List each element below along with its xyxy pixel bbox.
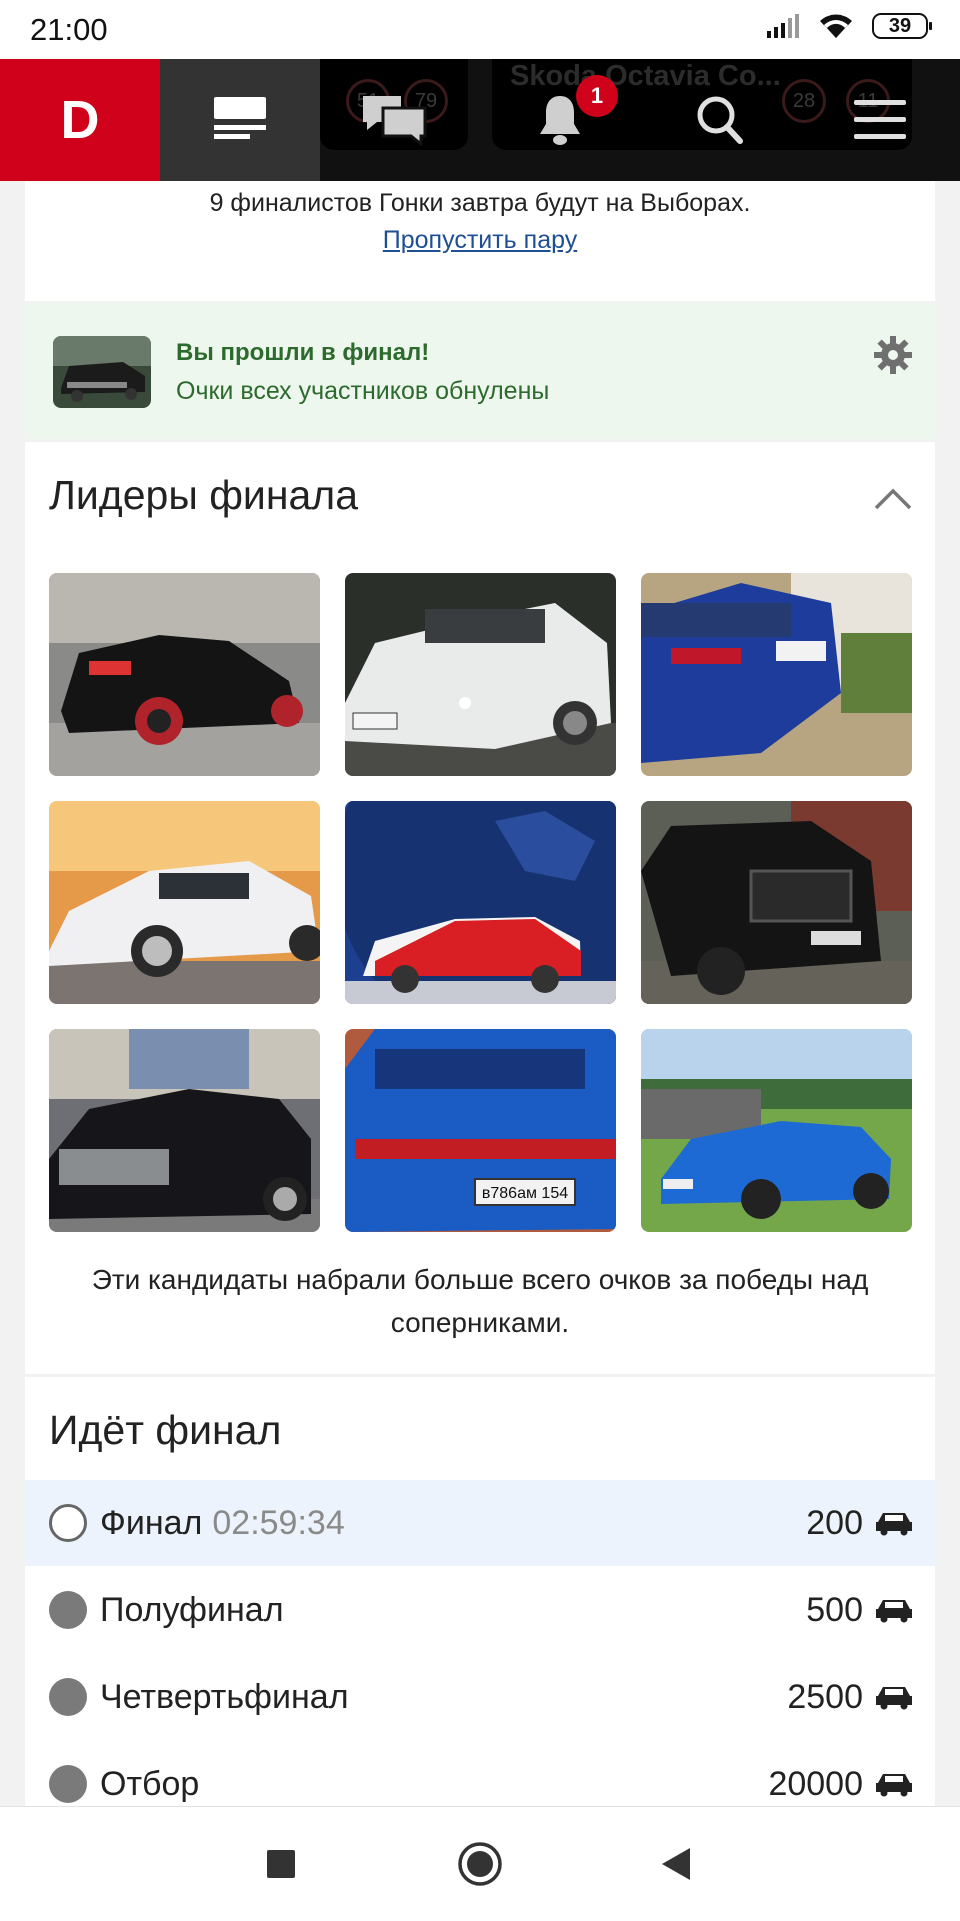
menu-button[interactable] bbox=[820, 59, 940, 181]
final-title: Идёт финал bbox=[49, 1407, 282, 1453]
wifi-icon bbox=[820, 14, 852, 38]
home-icon bbox=[458, 1842, 502, 1886]
leader-photo-6[interactable] bbox=[641, 801, 912, 1004]
feed-button[interactable] bbox=[160, 59, 320, 181]
leaders-title: Лидеры финала bbox=[49, 472, 359, 518]
back-icon bbox=[662, 1848, 690, 1880]
stage-name: Четвертьфинал bbox=[100, 1677, 349, 1716]
battery-level: 39 bbox=[888, 14, 912, 37]
final-alert: Вы прошли в финал! Очки всех участников … bbox=[25, 303, 935, 439]
leader-photo-8[interactable]: в786ам 154 bbox=[345, 1029, 616, 1232]
leaders-section: Лидеры финала в786ам 154 Эти кандидаты н… bbox=[25, 442, 935, 1374]
messages-button[interactable] bbox=[320, 59, 468, 181]
stage-dot-icon bbox=[49, 1678, 87, 1716]
signal-icon bbox=[767, 14, 799, 38]
leader-photo-9[interactable] bbox=[641, 1029, 912, 1232]
stage-countdown: 02:59:34 bbox=[212, 1503, 345, 1542]
home-button[interactable] bbox=[420, 1807, 540, 1921]
app-header: D 51 79 Skoda Octavia Co... 28 11 1 bbox=[0, 59, 960, 181]
car-icon bbox=[876, 1687, 912, 1710]
car-icon bbox=[876, 1600, 912, 1623]
leader-photo-5[interactable] bbox=[345, 801, 616, 1004]
logo-button[interactable]: D bbox=[0, 59, 160, 181]
menu-icon bbox=[854, 100, 906, 139]
feed-icon bbox=[214, 97, 266, 139]
status-bar: 21:00 39 bbox=[0, 0, 960, 59]
chevron-up-icon bbox=[874, 488, 912, 510]
stage-count: 200 bbox=[806, 1503, 863, 1542]
search-icon bbox=[697, 96, 743, 144]
stage-count: 20000 bbox=[768, 1764, 863, 1803]
collapse-button[interactable] bbox=[873, 487, 913, 516]
bell-icon bbox=[540, 96, 580, 145]
leader-photo-4[interactable] bbox=[49, 801, 320, 1004]
my-car-thumbnail[interactable] bbox=[53, 336, 151, 408]
recents-icon bbox=[267, 1850, 295, 1878]
car-icon bbox=[876, 1774, 912, 1797]
leader-photo-7[interactable] bbox=[49, 1029, 320, 1232]
system-nav-bar bbox=[0, 1806, 960, 1921]
logo-text: D bbox=[60, 90, 100, 150]
leader-photo-2[interactable] bbox=[345, 573, 616, 776]
stage-count: 500 bbox=[806, 1590, 863, 1629]
svg-text:в786ам 154: в786ам 154 bbox=[482, 1185, 568, 1202]
final-alert-subtitle: Очки всех участников обнулены bbox=[176, 377, 550, 405]
battery-icon: 39 bbox=[872, 13, 932, 39]
notice-text: 9 финалистов Гонки завтра будут на Выбор… bbox=[209, 189, 751, 217]
search-button[interactable] bbox=[660, 59, 780, 181]
stage-name: Отбор bbox=[100, 1764, 200, 1803]
stage-row-quarterfinal[interactable]: Четвертьфинал 2500 bbox=[25, 1654, 935, 1740]
back-button[interactable] bbox=[616, 1807, 736, 1921]
final-alert-title: Вы прошли в финал! bbox=[176, 339, 430, 366]
stage-dot-icon bbox=[49, 1591, 87, 1629]
notice-card: 9 финалистов Гонки завтра будут на Выбор… bbox=[25, 181, 935, 301]
stage-radio-icon bbox=[49, 1504, 87, 1542]
recents-button[interactable] bbox=[221, 1807, 341, 1921]
car-icon bbox=[876, 1513, 912, 1536]
skip-pair-link[interactable]: Пропустить пару bbox=[25, 226, 935, 255]
messages-icon bbox=[363, 96, 427, 146]
stage-name: Полуфинал bbox=[100, 1590, 284, 1629]
final-section: Идёт финал Финал 02:59:34 200 Полуфинал 5… bbox=[25, 1377, 935, 1807]
stage-name: Финал bbox=[100, 1503, 203, 1542]
leader-photo-1[interactable] bbox=[49, 573, 320, 776]
notification-badge: 1 bbox=[576, 75, 618, 117]
stage-count: 2500 bbox=[787, 1677, 863, 1716]
leaders-caption: Эти кандидаты набрали больше всего очков… bbox=[91, 1264, 869, 1338]
stage-dot-icon bbox=[49, 1765, 87, 1803]
settings-button[interactable] bbox=[873, 335, 913, 380]
leader-photo-3[interactable] bbox=[641, 573, 912, 776]
stage-row-final[interactable]: Финал 02:59:34 200 bbox=[25, 1480, 935, 1566]
gear-icon bbox=[874, 336, 912, 374]
status-time: 21:00 bbox=[30, 12, 108, 47]
stage-row-semifinal[interactable]: Полуфинал 500 bbox=[25, 1567, 935, 1653]
